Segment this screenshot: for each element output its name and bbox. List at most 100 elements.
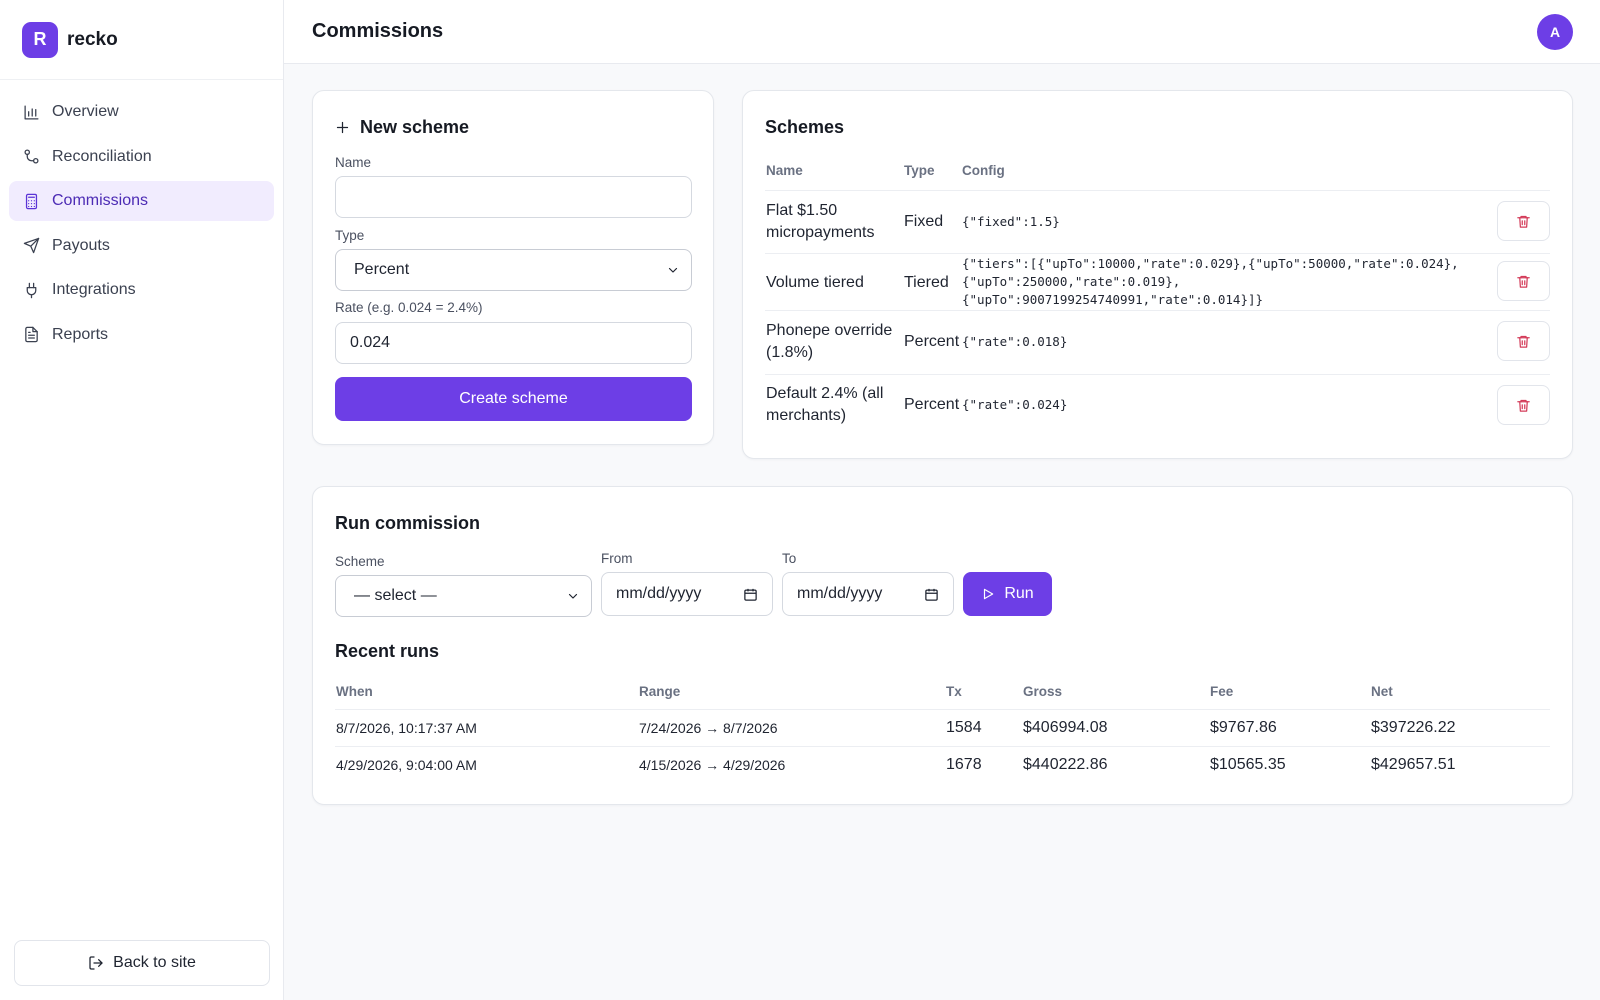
to-date-label: To	[782, 551, 797, 566]
sidebar-item-label: Reconciliation	[52, 147, 152, 165]
sidebar-item-reconciliation[interactable]: Reconciliation	[9, 137, 274, 177]
chevron-down-icon	[668, 267, 678, 273]
config-line: {"upTo":250000,"rate":0.019},	[962, 274, 1181, 289]
sidebar-item-commissions[interactable]: Commissions	[9, 181, 274, 221]
delete-scheme-button[interactable]	[1497, 261, 1550, 301]
sidebar-item-label: Payouts	[52, 236, 110, 254]
back-to-site-label: Back to site	[113, 954, 196, 971]
plug-icon	[26, 282, 37, 298]
run-range: 7/24/2026 → 8/7/2026	[639, 720, 778, 736]
config-line: {"tiers":[{"upTo":10000,"rate":0.029},{"…	[962, 256, 1459, 271]
avatar[interactable]: A	[1537, 13, 1573, 50]
scheme-select-value: — select —	[354, 587, 437, 604]
calculator-icon	[25, 193, 38, 209]
schemes-card: Schemes Name Type Config Flat $1.50 micr…	[742, 90, 1573, 459]
run-tx: 1678	[946, 756, 982, 773]
scheme-type: Percent	[904, 396, 960, 413]
schemes-col-name: Name	[766, 163, 803, 178]
name-field-label: Name	[335, 155, 372, 170]
run-commission-card: Run commission Scheme — select — From mm…	[312, 486, 1573, 805]
trash-icon	[1517, 335, 1530, 348]
schemes-col-type: Type	[904, 163, 935, 178]
divider	[335, 709, 1550, 710]
scheme-config: {"fixed":1.5}	[962, 214, 1060, 229]
runs-col-tx: Tx	[946, 684, 962, 699]
runs-col-gross: Gross	[1023, 684, 1063, 699]
divider	[765, 253, 1550, 254]
scheme-config: {"rate":0.018}	[962, 334, 1068, 349]
to-date-placeholder: mm/dd/yyyy	[797, 585, 883, 602]
run-commission-title: Run commission	[335, 513, 481, 533]
run-when: 4/29/2026, 9:04:00 AM	[336, 757, 477, 773]
bar-chart-icon	[24, 104, 39, 120]
sidebar-item-label: Reports	[52, 325, 109, 343]
run-button-label: Run	[1004, 585, 1034, 602]
from-date-placeholder: mm/dd/yyyy	[616, 585, 702, 602]
sidebar-item-label: Integrations	[52, 281, 136, 298]
page-title: Commissions	[312, 20, 444, 42]
sidebar-item-integrations[interactable]: Integrations	[9, 270, 274, 310]
sidebar-item-reports[interactable]: Reports	[9, 315, 274, 355]
type-select-value: Percent	[354, 261, 410, 278]
top-bar: Commissions A	[284, 0, 1600, 64]
sidebar-nav: Overview Reconciliation Commissions Payo…	[0, 80, 283, 371]
from-date-input[interactable]: mm/dd/yyyy	[601, 572, 773, 616]
to-date-input[interactable]: mm/dd/yyyy	[782, 572, 954, 616]
schemes-col-config: Config	[962, 163, 1005, 178]
brand-name: recko	[67, 28, 118, 50]
run-net: $397226.22	[1371, 719, 1456, 736]
log-out-icon	[89, 956, 103, 970]
plus-icon	[336, 121, 349, 134]
calendar-icon	[744, 588, 757, 601]
create-scheme-button[interactable]: Create scheme	[335, 377, 692, 421]
run-fee: $9767.86	[1210, 719, 1277, 736]
sidebar-item-label: Overview	[52, 103, 119, 120]
file-text-icon	[25, 326, 38, 343]
type-select[interactable]: Percent	[335, 249, 692, 291]
scheme-name-line: Default 2.4% (all	[766, 385, 884, 402]
scheme-name-line: Volume tiered	[766, 274, 864, 291]
scheme-type: Tiered	[904, 274, 949, 291]
scheme-select-label: Scheme	[335, 554, 385, 569]
brand[interactable]: R recko	[0, 0, 283, 80]
sidebar-item-overview[interactable]: Overview	[9, 92, 274, 132]
play-icon	[984, 588, 994, 600]
new-scheme-card: New scheme Name Type Percent Rate (e.g. …	[312, 90, 714, 445]
rate-field-label: Rate (e.g. 0.024 = 2.4%)	[335, 300, 483, 315]
name-field[interactable]	[335, 176, 692, 218]
run-button[interactable]: Run	[963, 572, 1052, 616]
scheme-name: Volume tiered	[766, 272, 864, 294]
scheme-type: Percent	[904, 333, 960, 350]
scheme-name-line: merchants)	[766, 407, 847, 424]
back-to-site-button[interactable]: Back to site	[14, 940, 270, 986]
scheme-config: {"tiers":[{"upTo":10000,"rate":0.029},{"…	[962, 255, 1459, 309]
delete-scheme-button[interactable]	[1497, 201, 1550, 241]
type-field-label: Type	[335, 228, 365, 243]
git-merge-icon	[24, 149, 39, 164]
sidebar: R recko Overview Reconciliation Commissi…	[0, 0, 284, 1000]
runs-col-net: Net	[1371, 684, 1393, 699]
chevron-down-icon	[568, 593, 578, 599]
run-range: 4/15/2026 → 4/29/2026	[639, 757, 786, 773]
delete-scheme-button[interactable]	[1497, 385, 1550, 425]
rate-field[interactable]: 0.024	[335, 322, 692, 364]
brand-logo: R	[22, 21, 58, 58]
scheme-name: Default 2.4% (all merchants)	[766, 383, 883, 427]
scheme-name-line: micropayments	[766, 224, 875, 241]
run-fee: $10565.35	[1210, 756, 1286, 773]
scheme-name-line: (1.8%)	[766, 344, 814, 361]
scheme-select[interactable]: — select —	[335, 575, 592, 617]
new-scheme-title: New scheme	[335, 117, 469, 138]
divider	[765, 310, 1550, 311]
run-when: 8/7/2026, 10:17:37 AM	[336, 720, 477, 736]
sidebar-item-payouts[interactable]: Payouts	[9, 226, 274, 266]
scheme-config: {"rate":0.024}	[962, 397, 1068, 412]
run-net: $429657.51	[1371, 756, 1456, 773]
run-gross: $406994.08	[1023, 719, 1108, 736]
from-date-label: From	[601, 551, 633, 566]
delete-scheme-button[interactable]	[1497, 321, 1550, 361]
run-gross: $440222.86	[1023, 756, 1108, 773]
send-icon	[23, 237, 40, 254]
trash-icon	[1517, 399, 1530, 412]
scheme-name: Phonepe override (1.8%)	[766, 320, 892, 364]
